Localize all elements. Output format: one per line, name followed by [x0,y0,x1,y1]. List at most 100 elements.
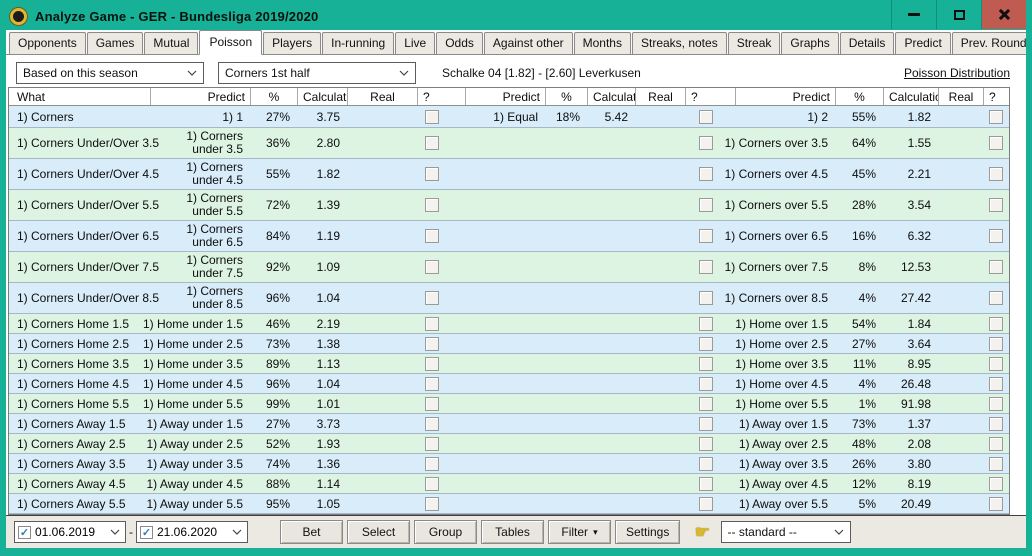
date-from-picker[interactable]: ✓ 01.06.2019 [14,521,126,543]
question-checkbox[interactable] [699,229,713,243]
filter-button[interactable]: Filter▾ [548,520,611,544]
question-checkbox[interactable] [425,337,439,351]
question-checkbox[interactable] [425,229,439,243]
market-select[interactable]: Corners 1st half [218,62,416,84]
question-checkbox[interactable] [425,291,439,305]
question-checkbox[interactable] [699,417,713,431]
question-checkbox[interactable] [425,260,439,274]
tab-details[interactable]: Details [840,32,895,54]
question-checkbox[interactable] [699,437,713,451]
question-checkbox[interactable] [425,198,439,212]
tab-streaks-notes[interactable]: Streaks, notes [632,32,727,54]
tab-streak[interactable]: Streak [728,32,781,54]
tab-odds[interactable]: Odds [436,32,483,54]
question-checkbox[interactable] [699,260,713,274]
question-checkbox[interactable] [425,317,439,331]
bet-button[interactable]: Bet [280,520,343,544]
question-checkbox[interactable] [989,136,1003,150]
question-checkbox[interactable] [425,357,439,371]
tab-predict[interactable]: Predict [895,32,950,54]
question-checkbox[interactable] [425,417,439,431]
table-row[interactable]: 1) Corners Under/Over 3.51) Corners unde… [9,128,1009,159]
question-checkbox[interactable] [425,457,439,471]
table-row[interactable]: 1) Corners Under/Over 7.51) Corners unde… [9,252,1009,283]
question-checkbox[interactable] [699,317,713,331]
settings-button[interactable]: Settings [615,520,680,544]
select-button[interactable]: Select [347,520,410,544]
table-row[interactable]: 1) Corners Home 5.51) Home under 5.599%1… [9,394,1009,414]
table-row[interactable]: 1) Corners1) 127%3.751) Equal18%5.421) 2… [9,106,1009,128]
tab-mutual[interactable]: Mutual [144,32,198,54]
preset-select[interactable]: -- standard -- [721,521,851,543]
tab-prev-round[interactable]: Prev. Round [952,32,1026,54]
question-checkbox[interactable] [699,497,713,511]
tab-players[interactable]: Players [263,32,321,54]
table-row[interactable]: 1) Corners Away 4.51) Away under 4.588%1… [9,474,1009,494]
question-checkbox[interactable] [989,198,1003,212]
question-checkbox[interactable] [699,477,713,491]
question-checkbox[interactable] [989,377,1003,391]
maximize-button[interactable] [936,0,981,29]
question-checkbox[interactable] [699,377,713,391]
group-button[interactable]: Group [414,520,477,544]
close-button[interactable] [981,0,1026,29]
question-checkbox[interactable] [425,397,439,411]
season-select[interactable]: Based on this season [16,62,204,84]
question-checkbox[interactable] [425,377,439,391]
table-row[interactable]: 1) Corners Home 3.51) Home under 3.589%1… [9,354,1009,374]
pointing-hand-icon[interactable]: ☛ [694,522,710,543]
question-checkbox[interactable] [989,437,1003,451]
table-row[interactable]: 1) Corners Home 2.51) Home under 2.573%1… [9,334,1009,354]
table-row[interactable]: 1) Corners Away 1.51) Away under 1.527%3… [9,414,1009,434]
question-checkbox[interactable] [989,357,1003,371]
table-row[interactable]: 1) Corners Under/Over 4.51) Corners unde… [9,159,1009,190]
question-checkbox[interactable] [699,457,713,471]
table-row[interactable]: 1) Corners Away 2.51) Away under 2.552%1… [9,434,1009,454]
question-checkbox[interactable] [699,357,713,371]
question-checkbox[interactable] [989,457,1003,471]
tab-graphs[interactable]: Graphs [781,32,838,54]
question-checkbox[interactable] [989,291,1003,305]
tab-games[interactable]: Games [87,32,144,54]
tab-months[interactable]: Months [574,32,631,54]
question-checkbox[interactable] [425,497,439,511]
question-checkbox[interactable] [699,136,713,150]
minimize-button[interactable] [891,0,936,29]
date-to-checkbox[interactable]: ✓ [140,526,153,539]
question-checkbox[interactable] [699,167,713,181]
table-row[interactable]: 1) Corners Under/Over 8.51) Corners unde… [9,283,1009,314]
question-checkbox[interactable] [425,167,439,181]
poisson-distribution-link[interactable]: Poisson Distribution [904,66,1010,80]
question-checkbox[interactable] [699,110,713,124]
table-row[interactable]: 1) Corners Home 1.51) Home under 1.546%2… [9,314,1009,334]
table-row[interactable]: 1) Corners Under/Over 6.51) Corners unde… [9,221,1009,252]
question-checkbox[interactable] [699,198,713,212]
date-from-checkbox[interactable]: ✓ [18,526,31,539]
question-checkbox[interactable] [989,317,1003,331]
question-checkbox[interactable] [989,229,1003,243]
question-checkbox[interactable] [989,167,1003,181]
question-checkbox[interactable] [989,397,1003,411]
question-checkbox[interactable] [425,110,439,124]
question-checkbox[interactable] [699,397,713,411]
question-checkbox[interactable] [989,477,1003,491]
tab-live[interactable]: Live [395,32,435,54]
table-row[interactable]: 1) Corners Home 4.51) Home under 4.596%1… [9,374,1009,394]
tab-against-other[interactable]: Against other [484,32,573,54]
question-checkbox[interactable] [989,497,1003,511]
table-row[interactable]: 1) Corners Away 5.51) Away under 5.595%1… [9,494,1009,514]
tables-button[interactable]: Tables [481,520,544,544]
tab-opponents[interactable]: Opponents [9,32,86,54]
question-checkbox[interactable] [699,291,713,305]
date-to-picker[interactable]: ✓ 21.06.2020 [136,521,248,543]
table-row[interactable]: 1) Corners Under/Over 5.51) Corners unde… [9,190,1009,221]
question-checkbox[interactable] [989,260,1003,274]
tab-poisson[interactable]: Poisson [199,30,262,55]
question-checkbox[interactable] [699,337,713,351]
tab-in-running[interactable]: In-running [322,32,394,54]
question-checkbox[interactable] [425,477,439,491]
question-checkbox[interactable] [989,417,1003,431]
question-checkbox[interactable] [425,136,439,150]
question-checkbox[interactable] [425,437,439,451]
question-checkbox[interactable] [989,337,1003,351]
